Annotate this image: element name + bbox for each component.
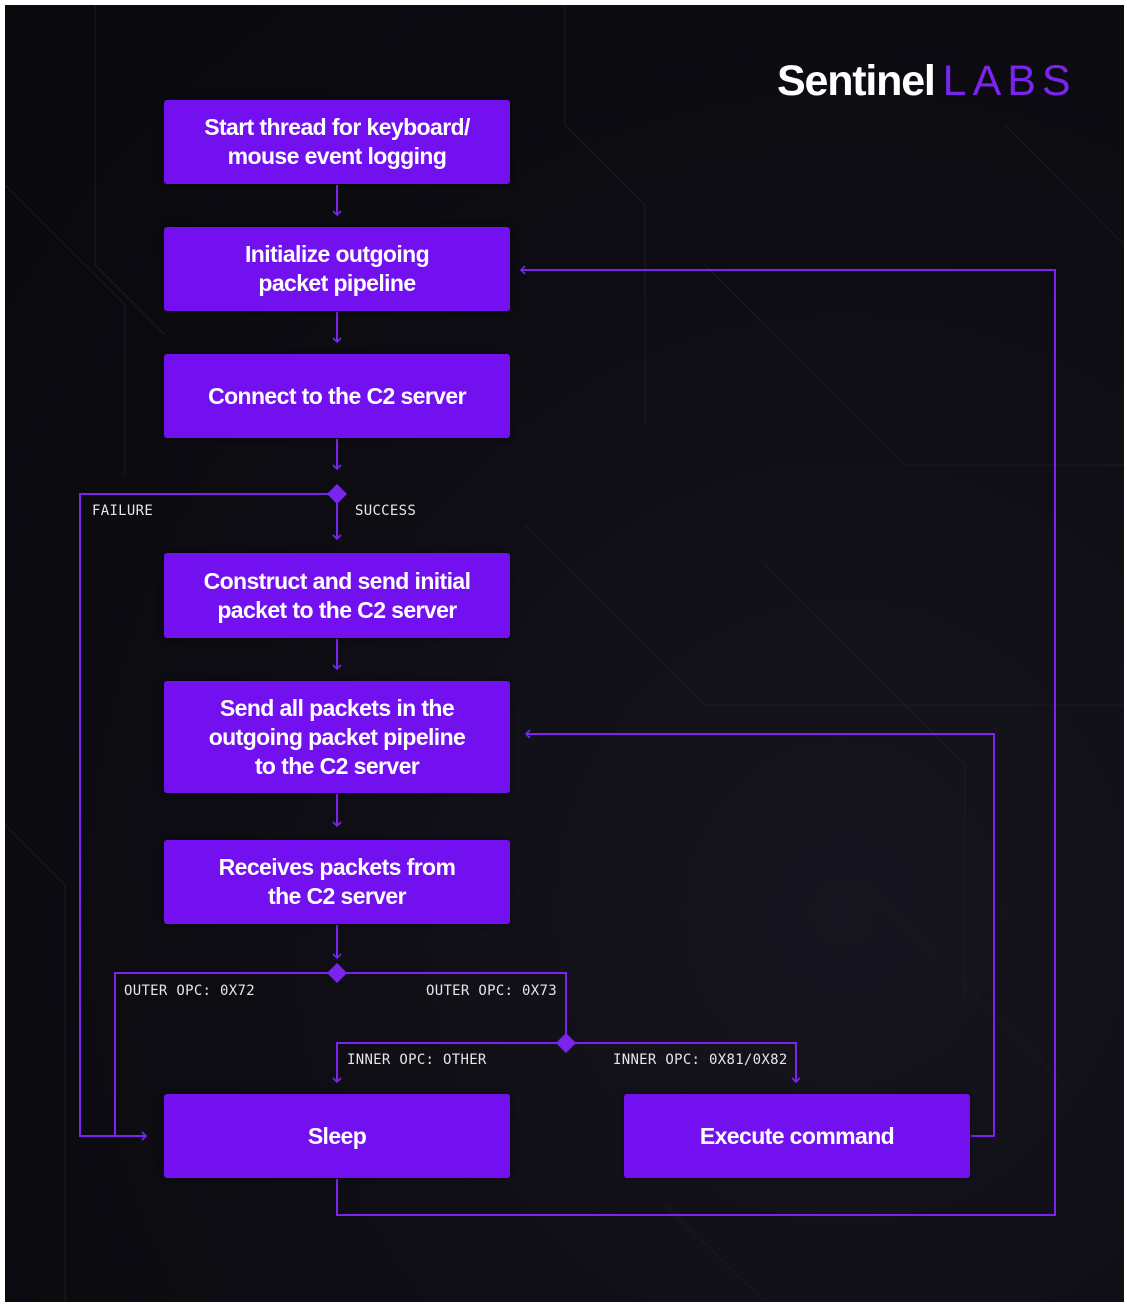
step-construct-send: Construct and send initial packet to the…	[164, 553, 510, 638]
decision-inner-diamond	[556, 1033, 576, 1053]
step-construct-send-label: Construct and send initial packet to the…	[203, 567, 471, 623]
label-outer-0x73: OUTER OPC: 0X73	[426, 983, 557, 999]
diagram-canvas: Sentinel LABS Start thread for keyboard/…	[5, 5, 1124, 1302]
step-execute-command: Execute command	[624, 1094, 970, 1178]
step-init-pipeline-label: Initialize outgoing packet pipeline	[244, 241, 430, 296]
step-connect-label: Connect to the C2 server	[208, 382, 466, 409]
step-send-all-label: Send all packets in the outgoing packet …	[208, 694, 466, 779]
step-execute-command-label: Execute command	[699, 1122, 895, 1149]
step-receive-label: Receives packets from the C2 server	[218, 854, 456, 909]
step-receive: Receives packets from the C2 server	[164, 840, 510, 924]
step-connect: Connect to the C2 server	[164, 354, 510, 438]
step-send-all: Send all packets in the outgoing packet …	[164, 681, 510, 793]
step-sleep: Sleep	[164, 1094, 510, 1178]
decision-outer-diamond	[327, 963, 347, 983]
step-sleep-label: Sleep	[307, 1122, 367, 1149]
label-inner-other: INNER OPC: OTHER	[347, 1052, 487, 1068]
arrow-execute-loop	[524, 729, 995, 1137]
decision-connect-diamond	[327, 484, 347, 504]
label-success: SUCCESS	[355, 503, 417, 519]
label-failure: FAILURE	[92, 503, 154, 519]
label-outer-0x72: OUTER OPC: 0X72	[124, 983, 255, 999]
step-start-thread: Start thread for keyboard/ mouse event l…	[164, 100, 510, 184]
step-start-thread-label: Start thread for keyboard/ mouse event l…	[204, 114, 470, 169]
step-init-pipeline: Initialize outgoing packet pipeline	[164, 227, 510, 311]
label-inner-0x81-0x82: INNER OPC: 0X81/0X82	[613, 1052, 788, 1068]
